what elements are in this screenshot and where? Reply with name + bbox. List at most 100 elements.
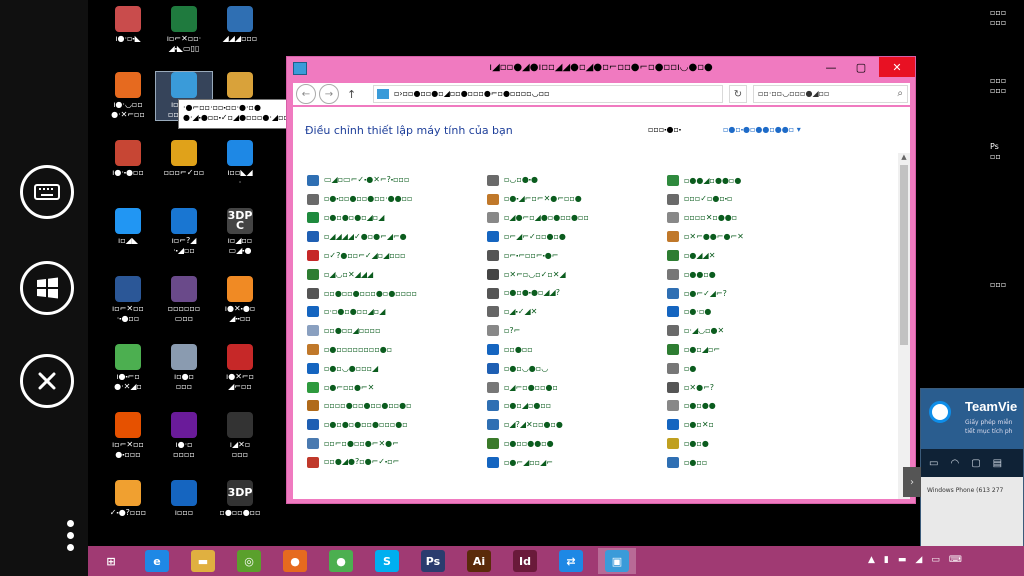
tray-icon[interactable]: ▭ — [931, 555, 940, 565]
control-panel-item[interactable]: ▫●·▫● — [667, 303, 847, 322]
control-panel-item[interactable]: ▫✕⌐▫◡▫✓▫✕◢ — [487, 265, 667, 284]
desktop-icon[interactable]: 3DP ▫●▫▫●▫▫ — [212, 480, 268, 518]
control-panel-item[interactable]: ▫✕●⌐? — [667, 378, 847, 397]
control-panel-item[interactable]: ▫▫▫▫●▫▫●▫▫●▫▫●▫ — [307, 397, 487, 416]
control-panel-item[interactable]: ▫●▫●▫●▫◢▫◢ — [307, 209, 487, 228]
control-panel-item[interactable]: ▫✕⌐●●⌐●⌐✕ — [667, 227, 847, 246]
folder-icon[interactable]: ▫▫▫ — [990, 280, 1006, 290]
up-arrow-icon[interactable]: ↑ — [347, 88, 356, 101]
photoshop-icon[interactable]: Ps ▫▫ — [990, 142, 1001, 162]
tray-icon[interactable]: ▮ — [884, 555, 889, 565]
control-panel-item[interactable]: ▫·◢◡▫●✕ — [667, 321, 847, 340]
taskbar-start-button[interactable]: ⊞ — [92, 548, 130, 574]
taskbar-teamviewer-button[interactable]: ⇄ — [552, 548, 590, 574]
control-panel-item[interactable]: ▫●▫▫●●▫● — [487, 434, 667, 453]
taskbar-browser-button[interactable]: ◎ — [230, 548, 268, 574]
control-panel-item[interactable]: ▫●⬝▫▫●▫▫●▫▫·●●▫▫ — [307, 190, 487, 209]
desktop-icon[interactable]: ı▫⌐?◢ ·⬝◢▫▫ — [156, 208, 212, 256]
desktop-icon[interactable]: ✓⬝●?▫▫▫ — [100, 480, 156, 518]
scrollbar-thumb[interactable] — [900, 165, 908, 345]
title-bar[interactable]: ı◢▫▫●◢●ı▫▫◢◢●▫◢●▫⌐▫▫●⌐▫●▫▫ı◡●▫● — ▢ ✕ — [287, 57, 915, 81]
panel-toggle-button[interactable]: › — [903, 467, 921, 497]
view-by-dropdown[interactable]: ▫●▫⬝●▫●●▫●●▫ ▾ — [723, 125, 801, 135]
control-panel-item[interactable]: ▫●▫✕▫ — [667, 415, 847, 434]
close-session-button[interactable] — [20, 354, 74, 408]
doc-icon[interactable]: ▫▫▫ ▫▫▫ — [990, 76, 1006, 96]
desktop-icon[interactable] — [212, 72, 268, 100]
tray-icon[interactable]: ▲ — [868, 555, 875, 565]
headset-icon[interactable]: ◠ — [950, 458, 959, 469]
forward-button[interactable]: → — [319, 84, 339, 104]
vertical-scrollbar[interactable]: ▲ — [898, 153, 910, 499]
taskbar-ie-button[interactable]: e — [138, 548, 176, 574]
control-panel-item[interactable]: ▫?⌐ — [487, 321, 667, 340]
taskbar-skype-button[interactable]: S — [368, 548, 406, 574]
refresh-button[interactable]: ↻ — [729, 85, 747, 103]
control-panel-item[interactable]: ▫●▫● — [667, 434, 847, 453]
desktop-icon[interactable]: ı●·◡▫▫ ●·✕⌐▫▫ — [100, 72, 156, 120]
desktop-icon[interactable]: ı▫⌐✕▫▫ ·⬝●▫▫ — [100, 276, 156, 324]
windows-start-button[interactable] — [20, 261, 74, 315]
control-panel-item[interactable]: ▫◢⬝✓◢✕ — [487, 303, 667, 322]
control-panel-item[interactable]: ▫▫●◢●?▫●⌐✓⬝▫⌐ — [307, 453, 487, 472]
desktop-icon[interactable]: ı●✕⬝●▫ ◢⬝⬝▫▫ — [212, 276, 268, 324]
control-panel-item[interactable]: ▫●⬝◢⌐▫⌐✕●⌐▫▫● — [487, 190, 667, 209]
control-panel-item[interactable]: ▫●▫●● — [667, 397, 847, 416]
control-panel-item[interactable]: ▫●▫●⬝●▫◢◢? — [487, 284, 667, 303]
control-panel-item[interactable]: ▫▫⌐▫●▫▫●⌐✕●⌐ — [307, 434, 487, 453]
desktop-icon[interactable]: ı●⬝⌐▫ ●·✕◢▫ — [100, 344, 156, 392]
control-panel-item[interactable]: ▫●▫●▫●▫▫●▫▫▫●▫ — [307, 415, 487, 434]
video-icon[interactable]: ▭ — [929, 458, 938, 469]
control-panel-item[interactable]: ▫◢?◢✕▫▫●▫● — [487, 415, 667, 434]
desktop-icon[interactable]: ı▫▫◣◢ · — [212, 140, 268, 188]
tray-icon[interactable]: ⌨ — [949, 555, 962, 565]
doc-icon[interactable]: ▫▫▫ ▫▫▫ — [990, 8, 1006, 28]
close-button[interactable]: ✕ — [879, 57, 915, 77]
control-panel-item[interactable]: ▫●●▫● — [667, 265, 847, 284]
taskbar-firefox-button[interactable]: ● — [276, 548, 314, 574]
control-panel-item[interactable]: ▫⌐⬝⌐▫▫⌐⬝●⌐ — [487, 246, 667, 265]
control-panel-item[interactable]: ▫●◢◢✕ — [667, 246, 847, 265]
control-panel-item[interactable]: ▫●▫▫▫▫▫▫▫▫●▫ — [307, 340, 487, 359]
control-panel-item[interactable]: ▫●▫◡●▫▫▫◢ — [307, 359, 487, 378]
desktop-icon[interactable]: ı▫▫▫ — [156, 480, 212, 518]
tray-icon[interactable]: ◢ — [915, 555, 922, 565]
desktop-icon[interactable]: ı▫⌐✕▫▫· ◢⬝◣▭▯▯ — [156, 6, 212, 54]
files-icon[interactable]: ▤ — [993, 458, 1002, 469]
desktop-icon[interactable]: ı●·▫⬝◣ — [100, 6, 156, 44]
keyboard-button[interactable] — [20, 165, 74, 219]
control-panel-item[interactable]: ▫◢◢◢◢✓●▫●⌐◢⌐● — [307, 227, 487, 246]
maximize-button[interactable]: ▢ — [847, 57, 875, 77]
control-panel-item[interactable]: ▫·▫●▫●▫▫◢▫◢ — [307, 303, 487, 322]
taskbar-indesign-button[interactable]: Id — [506, 548, 544, 574]
taskbar-chrome-button[interactable]: ● — [322, 548, 360, 574]
desktop-icon[interactable]: ı▫⌐✕▫▫ ●⬝▫▫▫ — [100, 412, 156, 460]
desktop-icon[interactable]: ı▫◢◣ — [100, 208, 156, 246]
control-panel-item[interactable]: ▫⌐◢⌐✓▫▫●▫● — [487, 227, 667, 246]
control-panel-item[interactable]: ▫▫▫✓▫●▫⬝▫ — [667, 190, 847, 209]
control-panel-item[interactable]: ▭◢▫▭⌐✓⬝●✕⌐?⬝▫▫▫ — [307, 171, 487, 190]
desktop-icon[interactable]: 3DP C ı▫◢▫▫ ▭◢⬝● — [212, 208, 268, 256]
control-panel-item[interactable]: ▫●⌐▫▫●⌐✕ — [307, 378, 487, 397]
desktop-icon[interactable]: ı◢✕▫ ▫▫▫ — [212, 412, 268, 460]
search-input[interactable]: ▫▫·▫▫◡▫▫▫●◢▫▫ ⌕ — [753, 85, 908, 103]
control-panel-item[interactable]: ▫◢◡▫✕◢◢◢ — [307, 265, 487, 284]
desktop-icon[interactable]: ı●·▫ ▫▫▫▫ — [156, 412, 212, 460]
minimize-button[interactable]: — — [817, 57, 845, 77]
control-panel-item[interactable]: ▫●▫◢▫⌐ — [667, 340, 847, 359]
control-panel-item[interactable]: ▫●●◢▫●●▫● — [667, 171, 847, 190]
control-panel-item[interactable]: ▫✓?●▫▫⌐✓◢▫◢▫▫▫ — [307, 246, 487, 265]
desktop-icon[interactable]: ◢◢◢▫▫▫ — [212, 6, 268, 44]
control-panel-item[interactable]: ▫▫●▫▫ — [487, 340, 667, 359]
control-panel-item[interactable]: ▫◢●⌐▫◢●▫●▫▫●▫▫ — [487, 209, 667, 228]
control-panel-item[interactable]: ▫◢⌐▫●▫▫●▫ — [487, 378, 667, 397]
more-vertical-icon[interactable] — [64, 520, 76, 556]
control-panel-item[interactable]: ▫● — [667, 359, 847, 378]
control-panel-item[interactable]: ▫▫●▫▫●▫▫▫●▫●▫▫▫▫ — [307, 284, 487, 303]
control-panel-item[interactable]: ▫●▫▫ — [667, 453, 847, 472]
back-button[interactable]: ← — [296, 84, 316, 104]
control-panel-item[interactable]: ▫◡▫●⬝● — [487, 171, 667, 190]
desktop-icon[interactable]: ı▫●▫ ▫▫▫ — [156, 344, 212, 392]
scroll-up-icon[interactable]: ▲ — [898, 153, 910, 163]
taskbar-photoshop-button[interactable]: Ps — [414, 548, 452, 574]
